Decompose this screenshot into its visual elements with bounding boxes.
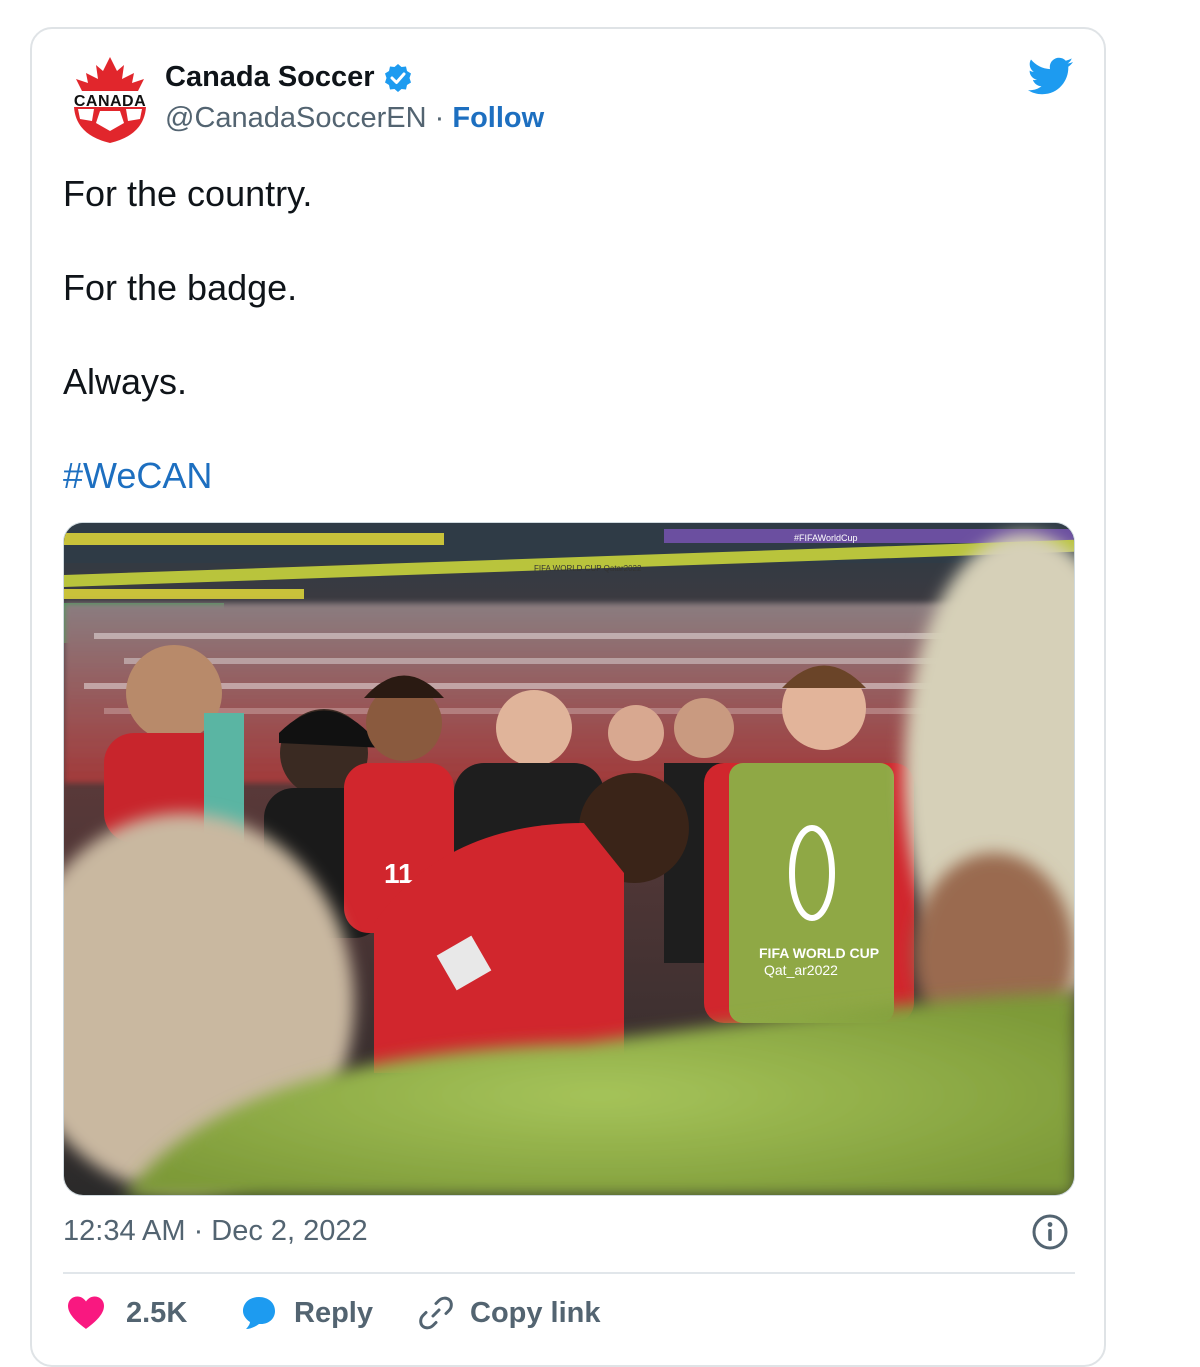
- bib-text-1: FIFA WORLD CUP: [759, 945, 879, 961]
- reply-button[interactable]: Reply: [240, 1291, 373, 1335]
- banner-text: #FIFAWorldCup: [794, 533, 858, 543]
- verified-badge-icon: [384, 63, 411, 92]
- author-handle-row: @CanadaSoccerEN · Follow: [165, 102, 544, 135]
- canada-soccer-logo-avatar[interactable]: CANADA: [66, 57, 154, 145]
- author-name-row[interactable]: Canada Soccer: [165, 61, 413, 94]
- copy-link-button[interactable]: Copy link: [418, 1291, 601, 1335]
- copy-link-label: Copy link: [470, 1296, 601, 1329]
- author-handle[interactable]: @CanadaSoccerEN: [165, 102, 427, 134]
- tweet-timestamp[interactable]: 12:34 AM · Dec 2, 2022: [63, 1215, 368, 1248]
- tweet-photo[interactable]: #FIFAWorldCup FIFA WORLD CUP Qatar2022 1…: [63, 522, 1075, 1196]
- reply-bubble-icon: [243, 1297, 275, 1329]
- actions-divider: [63, 1272, 1075, 1274]
- tweet-line-2: For the badge.: [63, 267, 298, 308]
- hashtag-link[interactable]: #WeCAN: [63, 455, 212, 497]
- info-icon[interactable]: [1031, 1213, 1069, 1251]
- banner-text-2: FIFA WORLD CUP Qatar2022: [534, 564, 642, 573]
- likes-count: 2.5K: [126, 1296, 188, 1329]
- heart-icon: [68, 1296, 104, 1329]
- team-huddle-photo: #FIFAWorldCup FIFA WORLD CUP Qatar2022 1…: [64, 523, 1074, 1195]
- author-name[interactable]: Canada Soccer: [165, 61, 375, 94]
- tweet-line-1: For the country.: [63, 173, 313, 214]
- like-button[interactable]: 2.5K: [66, 1291, 187, 1335]
- twitter-bird-icon[interactable]: [1026, 57, 1074, 97]
- link-icon: [419, 1296, 453, 1330]
- tweet-line-3: Always.: [63, 361, 188, 402]
- separator-dot: ·: [434, 102, 445, 134]
- follow-button[interactable]: Follow: [452, 102, 544, 134]
- logo-wordmark: CANADA: [73, 93, 147, 110]
- reply-label: Reply: [294, 1296, 373, 1329]
- bib-text-2: Qat_ar2022: [764, 962, 838, 978]
